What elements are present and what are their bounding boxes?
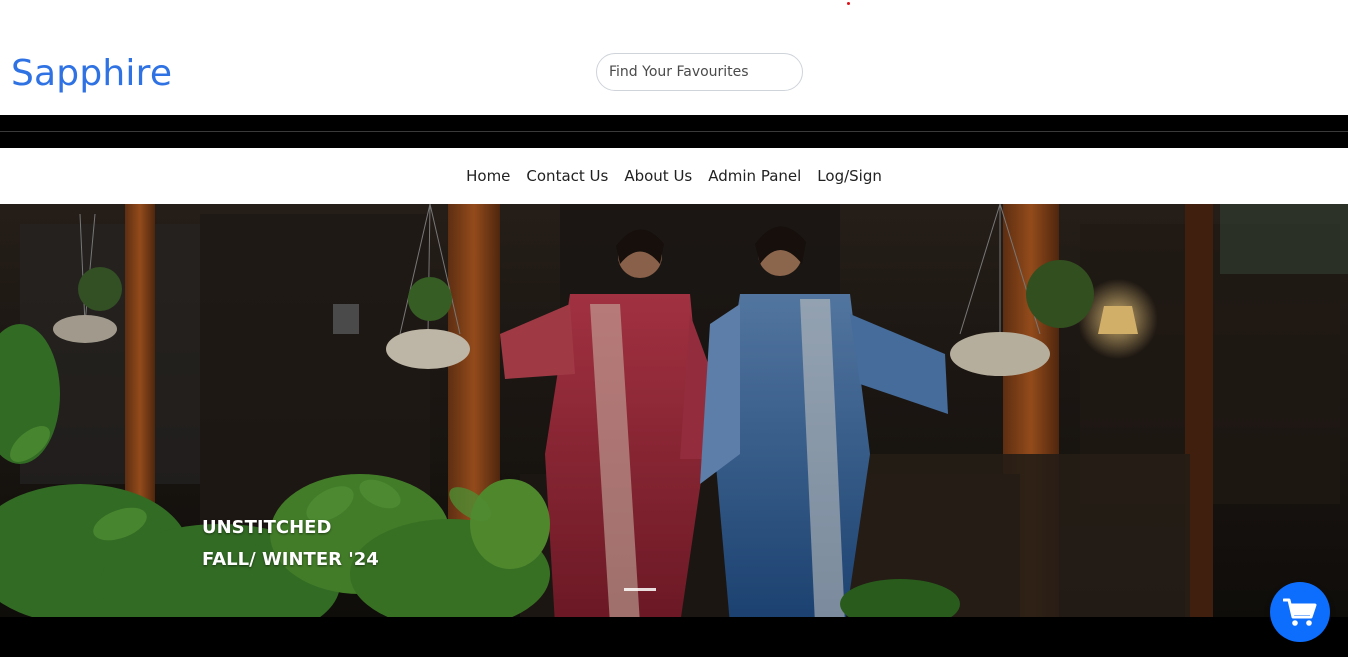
hero-caption-line1: UNSTITCHED (202, 517, 332, 538)
shopping-cart-icon (1283, 598, 1317, 626)
hero-caption: UNSTITCHED FALL/ WINTER '24 (202, 512, 379, 576)
accent-dot (847, 2, 850, 5)
divider-line (0, 131, 1348, 132)
cart-button[interactable] (1270, 582, 1330, 642)
header-divider-band (0, 115, 1348, 148)
nav-link-about-us[interactable]: About Us (624, 167, 692, 185)
nav-link-home[interactable]: Home (466, 167, 510, 185)
hero-bottom-band (0, 617, 1348, 657)
nav-link-log-sign[interactable]: Log/Sign (817, 167, 882, 185)
carousel-indicator-active[interactable] (624, 588, 656, 591)
nav-link-admin-panel[interactable]: Admin Panel (708, 167, 801, 185)
hero-caption-line2: FALL/ WINTER '24 (202, 549, 379, 570)
main-nav: Home Contact Us About Us Admin Panel Log… (0, 148, 1348, 204)
site-logo[interactable]: Sapphire (11, 50, 172, 98)
nav-link-contact-us[interactable]: Contact Us (526, 167, 608, 185)
site-header: Sapphire (0, 0, 1348, 115)
search-input[interactable] (596, 53, 803, 91)
